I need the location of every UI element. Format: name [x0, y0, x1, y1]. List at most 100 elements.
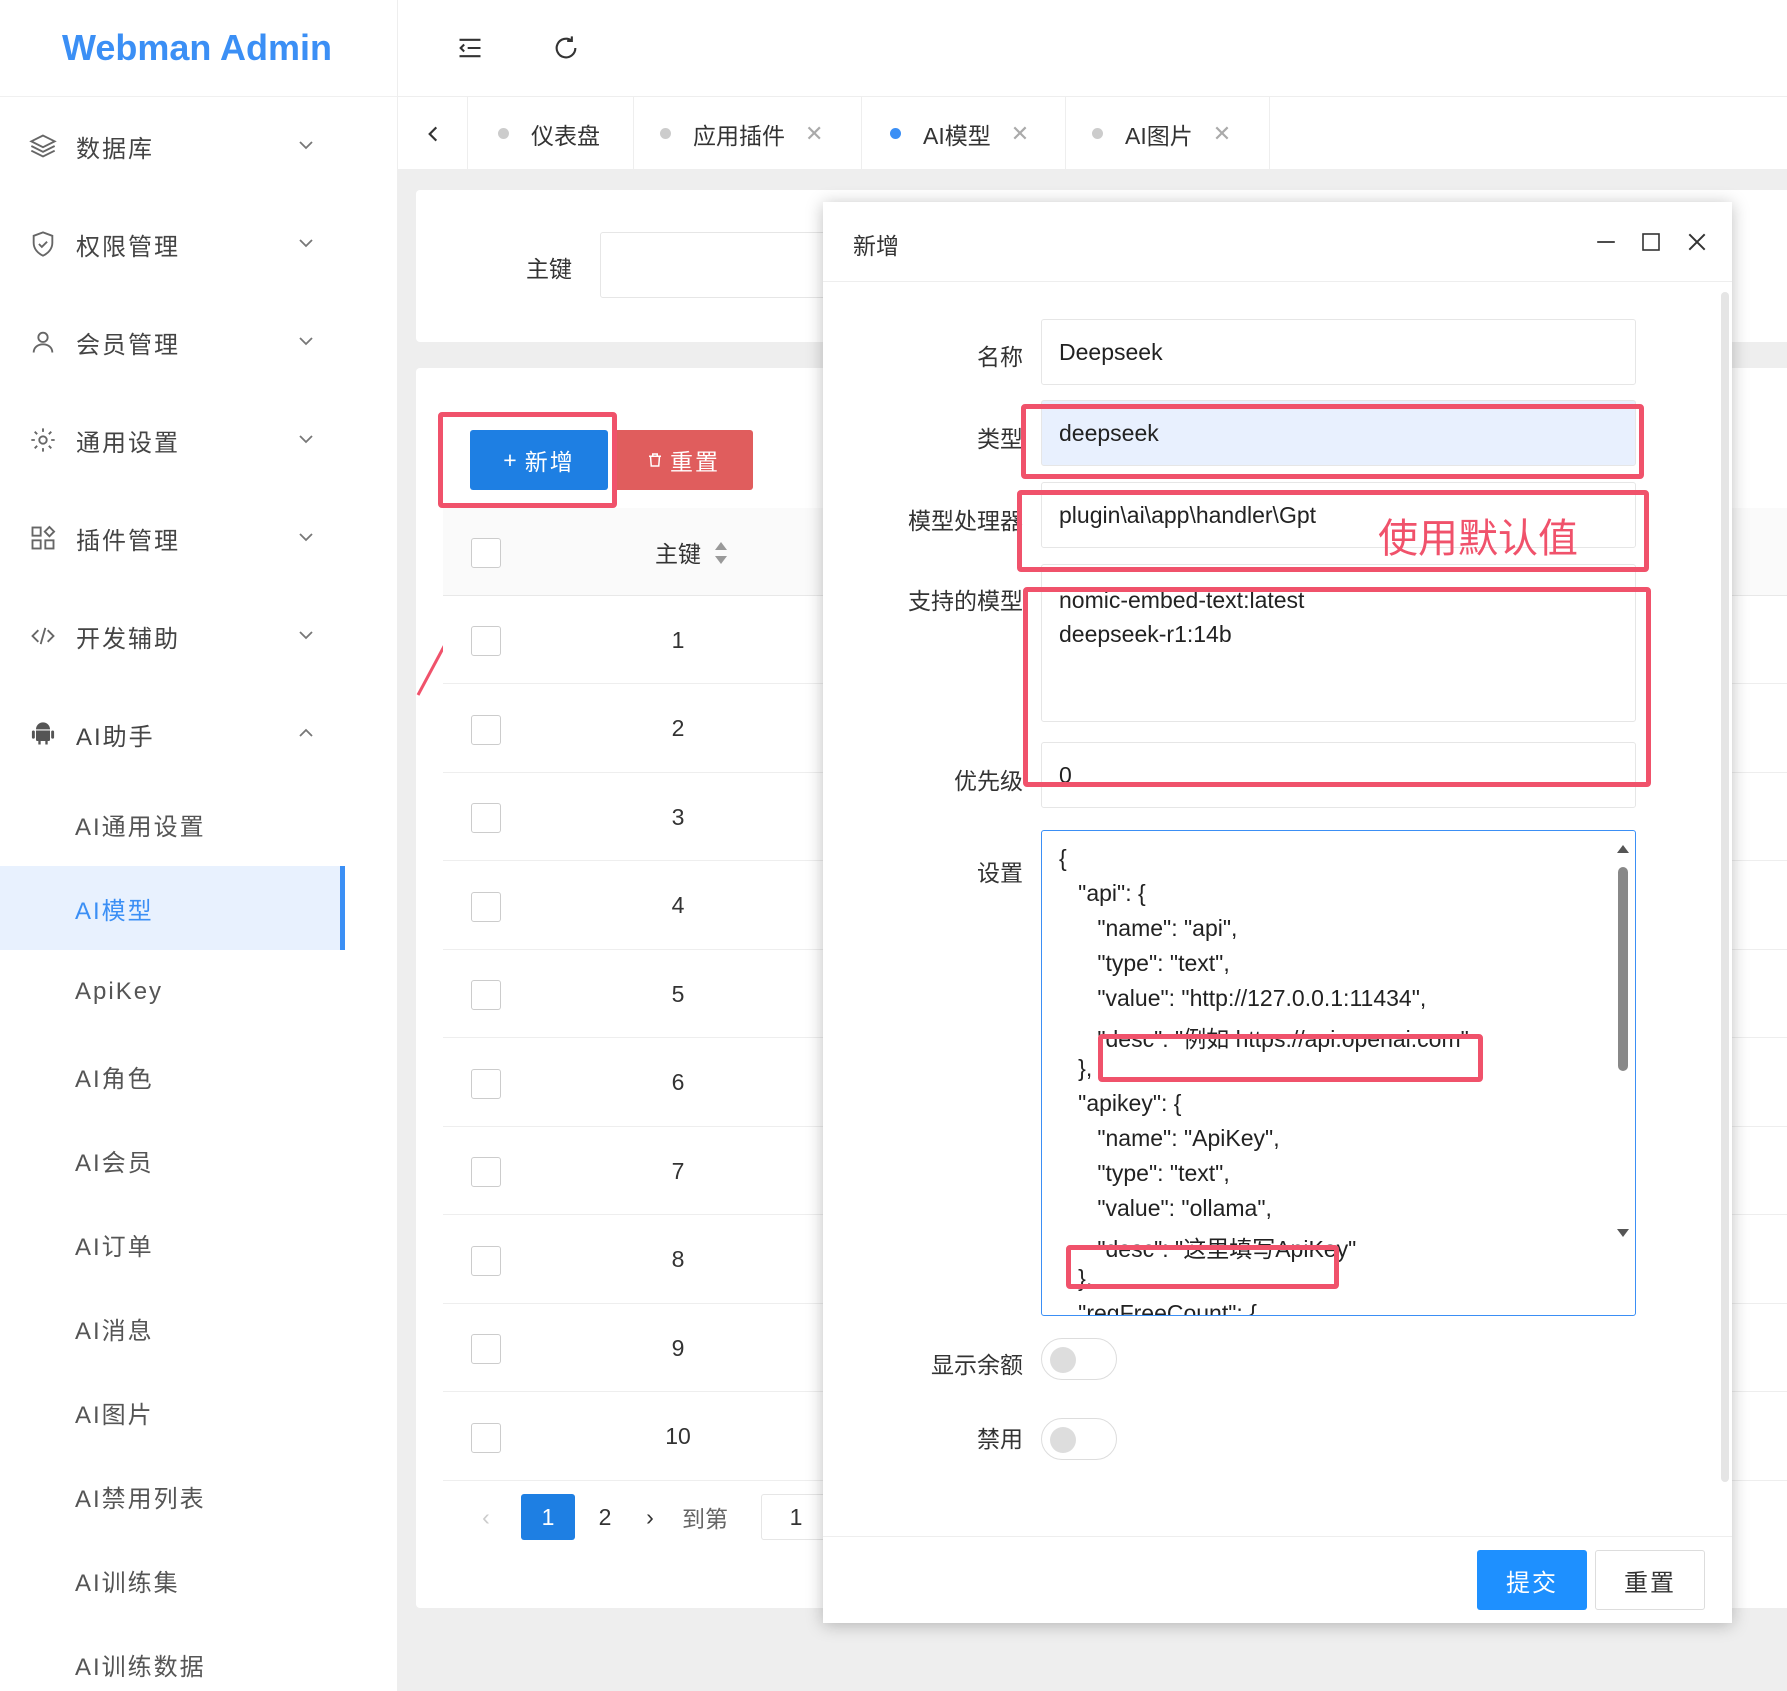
modal-scrollbar[interactable] [1721, 292, 1729, 1482]
tab-label: 仪表盘 [531, 117, 600, 151]
tab-dashboard[interactable]: 仪表盘 [468, 97, 634, 170]
sidebar-item-general-settings[interactable]: 通用设置 [0, 391, 398, 489]
close-icon[interactable]: ✕ [1011, 121, 1029, 147]
cell-id: 4 [628, 862, 728, 950]
tab-app-plugins[interactable]: 应用插件 ✕ [634, 97, 862, 170]
tab-ai-images[interactable]: AI图片 ✕ [1066, 97, 1270, 170]
sidebar-item-label: 通用设置 [76, 423, 180, 458]
sidebar-item-members[interactable]: 会员管理 [0, 293, 398, 391]
gear-icon [28, 425, 58, 455]
maximize-icon [1641, 232, 1661, 252]
sidebar-item-plugins[interactable]: 插件管理 [0, 489, 398, 587]
sidebar-item-database[interactable]: 数据库 [0, 97, 398, 195]
shield-icon [28, 229, 58, 259]
row-checkbox[interactable] [471, 1246, 501, 1276]
next-page-button[interactable]: › [635, 1494, 665, 1540]
tab-bar: 仪表盘 应用插件 ✕ AI模型 ✕ AI图片 ✕ [398, 97, 1787, 170]
code-scrollbar[interactable] [1614, 841, 1632, 1241]
code-line: "value": "ollama", [1059, 1195, 1272, 1222]
sidebar-sub-ai-training-data[interactable]: AI训练数据 [0, 1622, 345, 1691]
tab-dot [890, 128, 901, 139]
sidebar-sub-ai-training-sets[interactable]: AI训练集 [0, 1538, 345, 1622]
app-logo[interactable]: Webman Admin [0, 0, 397, 97]
model-line: deepseek-r1:14b [1059, 617, 1232, 651]
sidebar-item-permissions[interactable]: 权限管理 [0, 195, 398, 293]
add-button-label: 新增 [525, 443, 575, 477]
model-line: nomic-embed-text:latest [1059, 583, 1304, 617]
code-icon [28, 621, 58, 651]
close-icon[interactable]: ✕ [805, 121, 823, 147]
sidebar-sub-ai-images[interactable]: AI图片 [0, 1370, 345, 1454]
row-checkbox[interactable] [471, 1423, 501, 1453]
add-button[interactable]: + 新增 [470, 430, 608, 490]
code-line: "value": "http://127.0.0.1:11434", [1059, 985, 1426, 1012]
reset-button[interactable]: 重置 [613, 430, 753, 490]
chevron-down-icon [296, 527, 316, 547]
sort-icon[interactable] [713, 540, 729, 566]
chevron-down-icon [296, 331, 316, 351]
sidebar-sub-ai-orders[interactable]: AI订单 [0, 1202, 345, 1286]
page-button[interactable]: 2 [581, 1494, 629, 1540]
priority-label: 优先级 [823, 762, 1023, 796]
sidebar-sub-apikey[interactable]: ApiKey [0, 950, 345, 1034]
disabled-toggle[interactable] [1041, 1418, 1117, 1460]
show-balance-toggle[interactable] [1041, 1338, 1117, 1380]
sidebar-item-label: 开发辅助 [76, 619, 180, 654]
plus-icon: + [503, 447, 518, 474]
code-line: "desc": "例如 https://api.openai.com" [1059, 1020, 1469, 1054]
settings-code-editor[interactable]: { "api": { "name": "api", "type": "text"… [1041, 830, 1636, 1316]
row-checkbox[interactable] [471, 1069, 501, 1099]
row-checkbox[interactable] [471, 626, 501, 656]
select-all-checkbox[interactable] [471, 538, 501, 568]
row-checkbox[interactable] [471, 1157, 501, 1187]
code-line: { [1059, 845, 1067, 872]
row-checkbox[interactable] [471, 892, 501, 922]
cell-id: 9 [628, 1304, 728, 1392]
submit-button[interactable]: 提交 [1477, 1550, 1587, 1610]
tab-label: AI模型 [923, 117, 991, 151]
cell-id: 3 [628, 773, 728, 861]
row-checkbox[interactable] [471, 1334, 501, 1364]
tab-dot [1092, 128, 1103, 139]
trash-icon [646, 451, 664, 469]
sidebar-sub-ai-members[interactable]: AI会员 [0, 1118, 345, 1202]
code-line: "regFreeCount": { [1059, 1300, 1257, 1316]
close-button[interactable] [1679, 224, 1715, 260]
sidebar-sub-ai-general-settings[interactable]: AI通用设置 [0, 782, 345, 866]
toggle-knob [1050, 1347, 1076, 1373]
prev-page-button[interactable]: ‹ [471, 1494, 501, 1540]
sidebar-sub-ai-messages[interactable]: AI消息 [0, 1286, 345, 1370]
refresh-button[interactable] [546, 28, 586, 68]
maximize-button[interactable] [1633, 224, 1669, 260]
priority-field[interactable]: 0 [1041, 742, 1636, 808]
type-field[interactable]: deepseek [1041, 400, 1636, 466]
sidebar-sub-ai-models[interactable]: AI模型 [0, 866, 345, 950]
form-reset-button[interactable]: 重置 [1595, 1550, 1705, 1610]
minimize-button[interactable] [1588, 224, 1624, 260]
sidebar-sub-ai-roles[interactable]: AI角色 [0, 1034, 345, 1118]
tab-ai-models[interactable]: AI模型 ✕ [862, 97, 1066, 170]
collapse-menu-button[interactable] [450, 28, 490, 68]
modal-body: 名称 Deepseek 类型 deepseek 模型处理器 plugin\ai\… [823, 282, 1732, 1536]
code-line: "api": { [1059, 880, 1146, 907]
name-field[interactable]: Deepseek [1041, 319, 1636, 385]
models-textarea[interactable]: nomic-embed-text:latest deepseek-r1:14b [1041, 564, 1636, 722]
disabled-label: 禁用 [823, 1420, 1023, 1454]
close-icon[interactable]: ✕ [1213, 121, 1231, 147]
code-line: "type": "text", [1059, 950, 1230, 977]
chevron-down-icon [296, 135, 316, 155]
user-icon [28, 327, 58, 357]
goto-page-input[interactable]: 1 [761, 1494, 831, 1540]
page-button-current[interactable]: 1 [521, 1494, 575, 1540]
cell-id: 2 [628, 685, 728, 773]
close-icon [1686, 231, 1708, 253]
sidebar-sub-ai-blocklist[interactable]: AI禁用列表 [0, 1454, 345, 1538]
tab-label: AI图片 [1125, 117, 1193, 151]
sidebar-item-dev-tools[interactable]: 开发辅助 [0, 587, 398, 685]
row-checkbox[interactable] [471, 715, 501, 745]
row-checkbox[interactable] [471, 980, 501, 1010]
top-header [398, 0, 1787, 97]
row-checkbox[interactable] [471, 803, 501, 833]
tab-prev-button[interactable] [398, 97, 468, 170]
sidebar-item-ai-assistant[interactable]: AI助手 [0, 685, 398, 783]
